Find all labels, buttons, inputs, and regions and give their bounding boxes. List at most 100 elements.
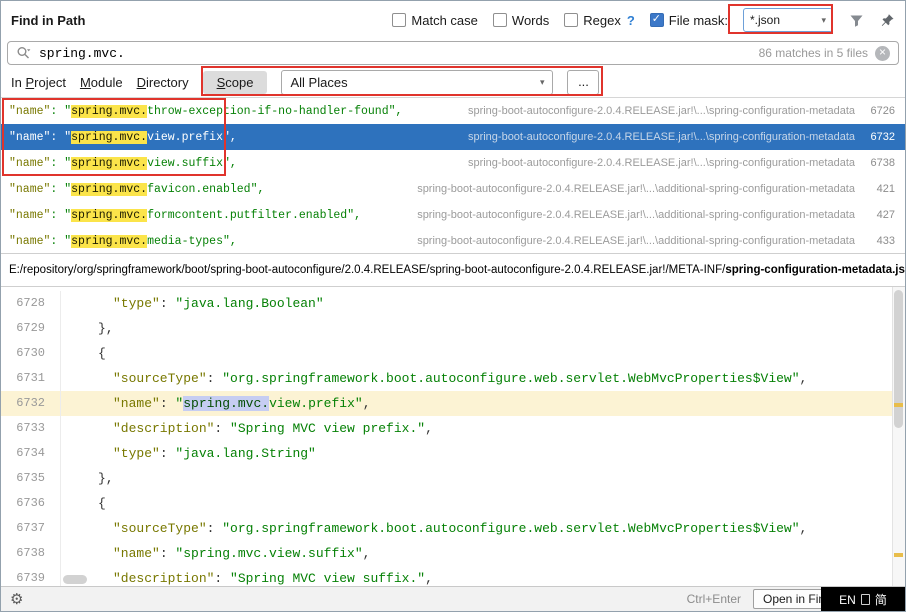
result-file-path: spring-boot-autoconfigure-2.0.4.RELEASE.… — [468, 157, 855, 169]
editor-hscrollbar-thumb[interactable] — [63, 575, 87, 584]
line-number: 6728 — [1, 291, 61, 316]
result-file-path: spring-boot-autoconfigure-2.0.4.RELEASE.… — [417, 209, 855, 221]
file-mask-option[interactable]: File mask: — [650, 13, 728, 28]
code-token: "sourceType" — [113, 371, 207, 386]
search-row: spring.mvc. 86 matches in 5 files — [1, 39, 905, 67]
code-token: { — [98, 346, 106, 361]
match-case-option[interactable]: Match case — [392, 13, 477, 28]
scope-tabs: In Project Module Directory Scope — [11, 71, 267, 94]
match-highlight: spring.mvc. — [71, 209, 147, 222]
editor-line[interactable]: 6728"type": "java.lang.Boolean" — [1, 291, 905, 316]
editor-line[interactable]: 6733"description": "Spring MVC view pref… — [1, 416, 905, 441]
keyboard-icon — [861, 594, 870, 605]
line-number: 6736 — [1, 491, 61, 516]
find-stripe-marker[interactable] — [894, 403, 903, 407]
result-row[interactable]: "name": "spring.mvc.view.suffix",spring-… — [1, 150, 905, 176]
scope-combo[interactable]: All Places ▾ — [281, 70, 553, 95]
filter-icon[interactable] — [848, 12, 864, 28]
editor-line[interactable]: 6735}, — [1, 466, 905, 491]
result-separator: : " — [50, 209, 71, 222]
match-case-checkbox[interactable] — [392, 13, 406, 27]
regex-help-link[interactable]: ? — [627, 13, 635, 28]
result-separator: : " — [50, 235, 71, 248]
editor-line[interactable]: 6729}, — [1, 316, 905, 341]
code-token: "spring.mvc.view.suffix" — [175, 546, 362, 561]
code-text: "description": "Spring MVC view prefix."… — [61, 416, 433, 441]
result-code: "name": "spring.mvc.media-types", — [9, 235, 237, 248]
result-key: "name" — [9, 105, 50, 118]
scope-browse-button[interactable]: ... — [567, 70, 599, 95]
code-text: "type": "java.lang.String" — [61, 441, 316, 466]
editor-line[interactable]: 6730{ — [1, 341, 905, 366]
line-number: 6733 — [1, 416, 61, 441]
editor-line[interactable]: 6736{ — [1, 491, 905, 516]
clear-search-icon[interactable] — [875, 46, 890, 61]
match-case-label: Match case — [411, 13, 477, 28]
result-separator: : " — [50, 131, 71, 144]
editor-line[interactable]: 6732"name": "spring.mvc.view.prefix", — [1, 391, 905, 416]
result-row[interactable]: "name": "spring.mvc.favicon.enabled",spr… — [1, 176, 905, 202]
result-row[interactable]: "name": "spring.mvc.formcontent.putfilte… — [1, 202, 905, 228]
file-mask-checkbox[interactable] — [650, 13, 664, 27]
find-stripe-marker[interactable] — [894, 553, 903, 557]
editor-line[interactable]: 6738"name": "spring.mvc.view.suffix", — [1, 541, 905, 566]
result-row[interactable]: "name": "spring.mvc.throw-exception-if-n… — [1, 98, 905, 124]
result-file-path: spring-boot-autoconfigure-2.0.4.RELEASE.… — [417, 235, 855, 247]
result-line-number: 427 — [861, 209, 895, 221]
result-line-number: 421 — [861, 183, 895, 195]
code-token: "Spring MVC view suffix." — [230, 571, 425, 586]
scope-tab-module[interactable]: Module — [80, 75, 123, 90]
code-token: "name" — [113, 396, 160, 411]
result-row[interactable]: "name": "spring.mvc.view.prefix",spring-… — [1, 124, 905, 150]
editor-line[interactable]: 6739"description": "Spring MVC view suff… — [1, 566, 905, 586]
code-token: : — [214, 421, 230, 436]
result-separator: : " — [50, 157, 71, 170]
file-mask-value: *.json — [750, 13, 780, 27]
pin-icon[interactable] — [879, 12, 895, 28]
search-query-input[interactable]: spring.mvc. — [39, 46, 125, 61]
ime-language-badge[interactable]: EN 简 — [821, 587, 905, 612]
scope-row: In Project Module Directory Scope All Place… — [1, 67, 905, 97]
words-label: Words — [512, 13, 549, 28]
result-rest: media-types", — [147, 235, 237, 248]
gear-icon[interactable] — [10, 590, 23, 608]
result-code: "name": "spring.mvc.view.prefix", — [9, 131, 237, 144]
result-rest: view.suffix", — [147, 157, 237, 170]
code-token: : — [160, 446, 176, 461]
code-text: { — [61, 341, 106, 366]
code-token: "org.springframework.boot.autoconfigure.… — [222, 521, 799, 536]
scope-tab-in-project[interactable]: In Project — [11, 75, 66, 90]
scope-tab-directory[interactable]: Directory — [137, 75, 189, 90]
match-highlight: spring.mvc. — [71, 183, 147, 196]
editor-line[interactable]: 6737"sourceType": "org.springframework.b… — [1, 516, 905, 541]
words-option[interactable]: Words — [493, 13, 549, 28]
editor-line[interactable]: 6731"sourceType": "org.springframework.b… — [1, 366, 905, 391]
code-token: "java.lang.String" — [175, 446, 315, 461]
regex-checkbox[interactable] — [564, 13, 578, 27]
words-checkbox[interactable] — [493, 13, 507, 27]
scope-tab-scope[interactable]: Scope — [203, 71, 268, 94]
result-row[interactable]: "name": "spring.mvc.media-types", spring-… — [1, 228, 905, 253]
result-key: "name" — [9, 183, 50, 196]
result-rest: throw-exception-if-no-handler-found", — [147, 105, 402, 118]
editor-vscrollbar-track[interactable] — [892, 287, 905, 586]
result-line-number: 6726 — [861, 105, 895, 117]
file-mask-combo[interactable]: *.json ▾ — [743, 8, 833, 32]
code-token: "type" — [113, 296, 160, 311]
editor-vscrollbar-thumb[interactable] — [894, 290, 903, 428]
dialog-header: Find in Path Match case Words Regex ? Fi… — [1, 1, 905, 39]
search-icon[interactable] — [16, 45, 32, 61]
result-line-number: 6738 — [861, 157, 895, 169]
result-key: "name" — [9, 235, 50, 248]
code-token: "description" — [113, 571, 214, 586]
code-token: "sourceType" — [113, 521, 207, 536]
editor-line[interactable]: 6734"type": "java.lang.String" — [1, 441, 905, 466]
regex-option[interactable]: Regex ? — [564, 13, 635, 28]
preview-path-text: E:/repository/org/springframework/boot/s… — [9, 264, 725, 276]
chevron-down-icon: ▾ — [821, 15, 826, 26]
search-field[interactable]: spring.mvc. 86 matches in 5 files — [7, 41, 899, 65]
result-rest: favicon.enabled", — [147, 183, 264, 196]
result-key: "name" — [9, 157, 50, 170]
result-separator: : " — [50, 183, 71, 196]
code-text: { — [61, 491, 106, 516]
